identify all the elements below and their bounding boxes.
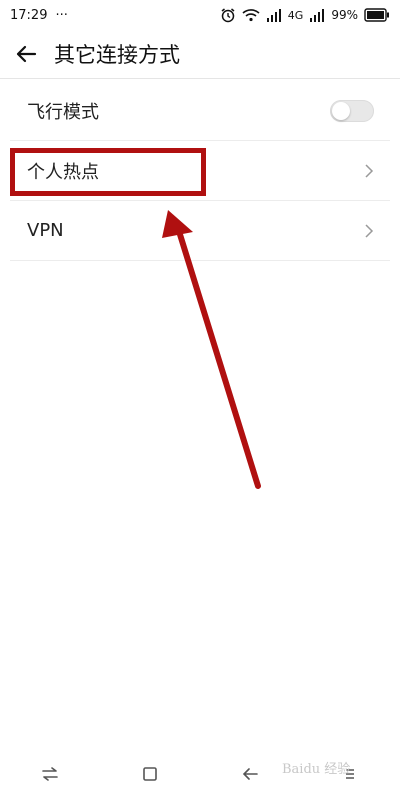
menu-button[interactable] (330, 754, 370, 794)
settings-list: 飞行模式 个人热点 VPN (10, 81, 390, 261)
navigation-bar (0, 748, 400, 800)
chevron-right-icon (365, 223, 374, 238)
nav-back-button[interactable] (230, 754, 270, 794)
back-button[interactable] (6, 34, 46, 74)
status-bar: 17:29 ··· 4G 99% (0, 0, 400, 30)
signal-bars-icon (266, 8, 282, 22)
personal-hotspot-label: 个人热点 (27, 161, 99, 183)
signal-bars-icon-2 (309, 8, 325, 22)
airplane-mode-toggle[interactable] (330, 99, 374, 122)
home-square-icon (143, 767, 157, 781)
title-bar: 其它连接方式 (0, 30, 400, 79)
battery-icon (364, 8, 390, 22)
status-time: 17:29 (10, 7, 48, 23)
more-dots-icon: ··· (55, 7, 68, 23)
airplane-mode-row[interactable]: 飞行模式 (10, 81, 390, 141)
vpn-label: VPN (27, 220, 64, 241)
vpn-row[interactable]: VPN (10, 201, 390, 261)
recents-button[interactable] (30, 754, 70, 794)
switch-arrows-icon (42, 767, 58, 781)
network-type: 4G (287, 8, 304, 22)
home-button[interactable] (130, 754, 170, 794)
wifi-icon (242, 8, 260, 22)
personal-hotspot-row[interactable]: 个人热点 (10, 141, 390, 201)
page-title: 其它连接方式 (54, 43, 180, 67)
chevron-right-icon (365, 163, 374, 178)
airplane-mode-label: 飞行模式 (27, 101, 99, 123)
battery-percent: 99% (331, 8, 358, 22)
arrow-left-icon (16, 45, 37, 63)
alarm-icon (220, 7, 236, 23)
menu-icon (346, 769, 354, 779)
toggle-knob (332, 101, 350, 120)
back-arrow-icon (242, 768, 258, 780)
